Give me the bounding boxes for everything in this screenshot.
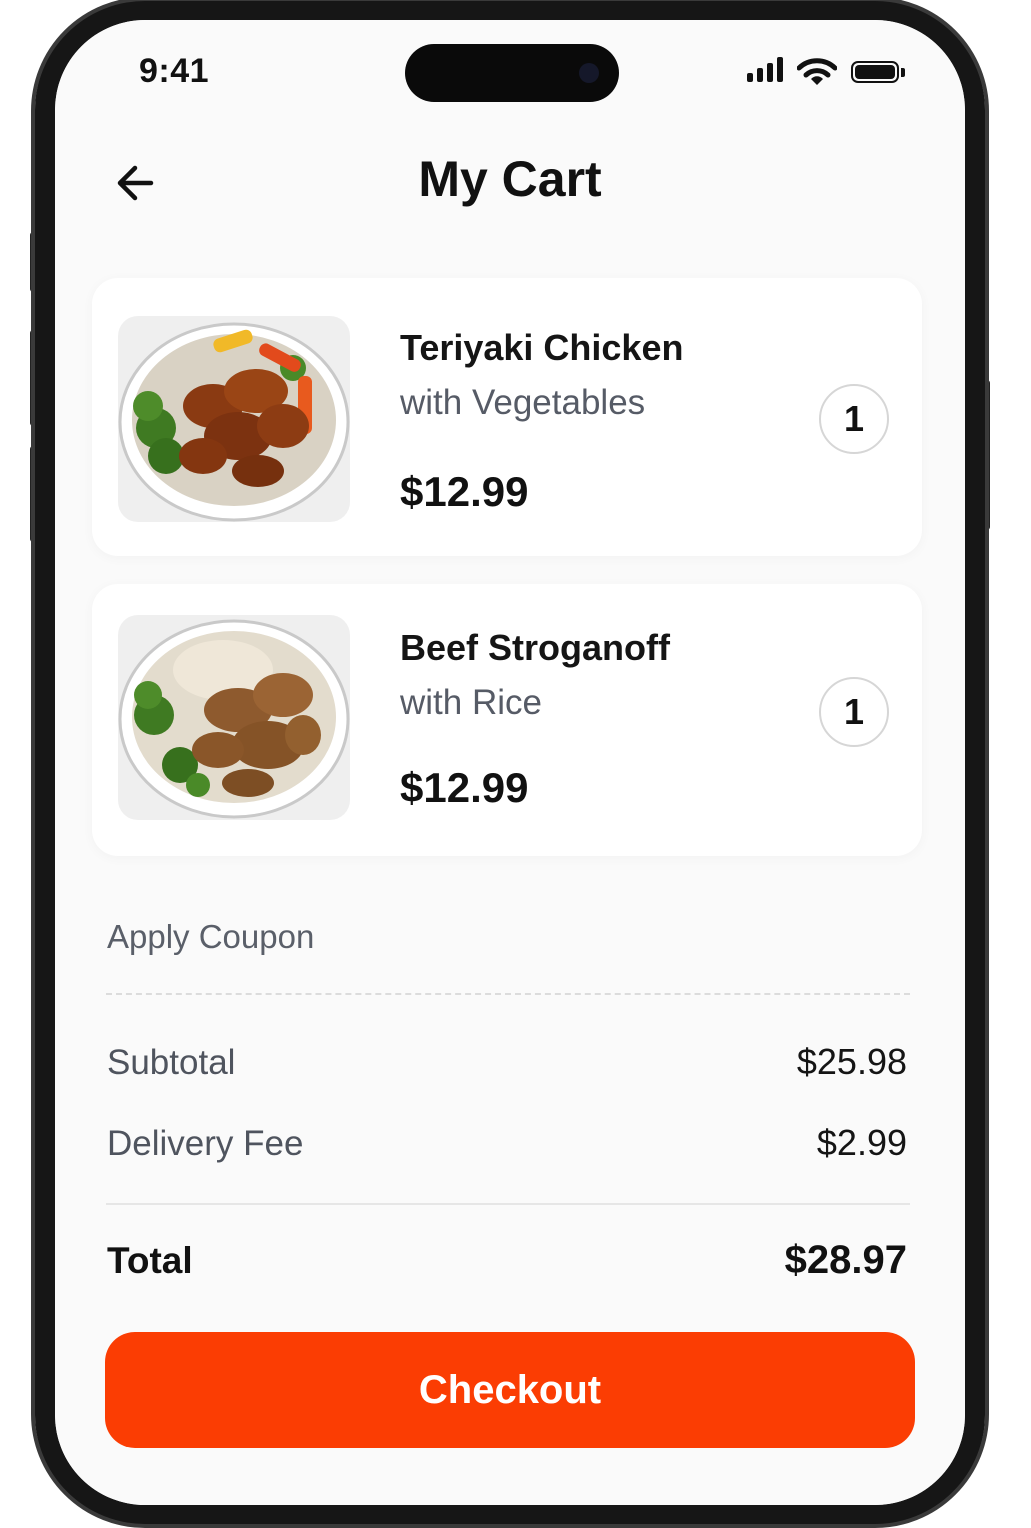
- item-name: Beef Stroganoff: [400, 627, 670, 668]
- total-label: Total: [107, 1240, 193, 1281]
- status-icons: [747, 56, 909, 88]
- item-subtitle: with Rice: [400, 683, 542, 722]
- beef-stroganoff-bowl-image: [118, 615, 350, 820]
- phone-frame: 9:41 My Cart Teriyaki Chicken with Veget…: [35, 0, 985, 1525]
- delivery-fee-label: Delivery Fee: [107, 1124, 304, 1163]
- status-time: 9:41: [139, 52, 210, 90]
- battery-tip: [901, 68, 905, 77]
- dashed-divider: [106, 993, 910, 995]
- subtotal-value: $25.98: [796, 1041, 907, 1082]
- cart-item[interactable]: Teriyaki Chicken with Vegetables $12.99 …: [92, 278, 922, 556]
- summary-divider: [106, 1203, 910, 1205]
- teriyaki-chicken-bowl-image: [118, 316, 350, 522]
- subtotal-label: Subtotal: [107, 1043, 236, 1082]
- page-title: My Cart: [418, 151, 602, 207]
- quantity-badge[interactable]: 1: [819, 677, 889, 747]
- item-subtitle: with Vegetables: [400, 383, 646, 422]
- quantity-badge[interactable]: 1: [819, 384, 889, 454]
- item-price: $12.99: [400, 764, 529, 811]
- item-price: $12.99: [400, 468, 529, 515]
- item-name: Teriyaki Chicken: [400, 327, 684, 368]
- battery-level: [855, 65, 895, 79]
- dynamic-island: [405, 44, 619, 102]
- cart-item[interactable]: Beef Stroganoff with Rice $12.99 1: [92, 584, 922, 856]
- front-camera: [579, 63, 599, 83]
- total-value: $28.97: [784, 1238, 907, 1282]
- battery-icon: [851, 61, 899, 83]
- apply-coupon-link[interactable]: Apply Coupon: [107, 918, 314, 956]
- wifi-icon: [797, 58, 837, 85]
- delivery-fee-value: $2.99: [816, 1122, 907, 1163]
- cart-screen: 9:41 My Cart Teriyaki Chicken with Veget…: [55, 20, 965, 1505]
- checkout-button[interactable]: Checkout: [105, 1332, 915, 1448]
